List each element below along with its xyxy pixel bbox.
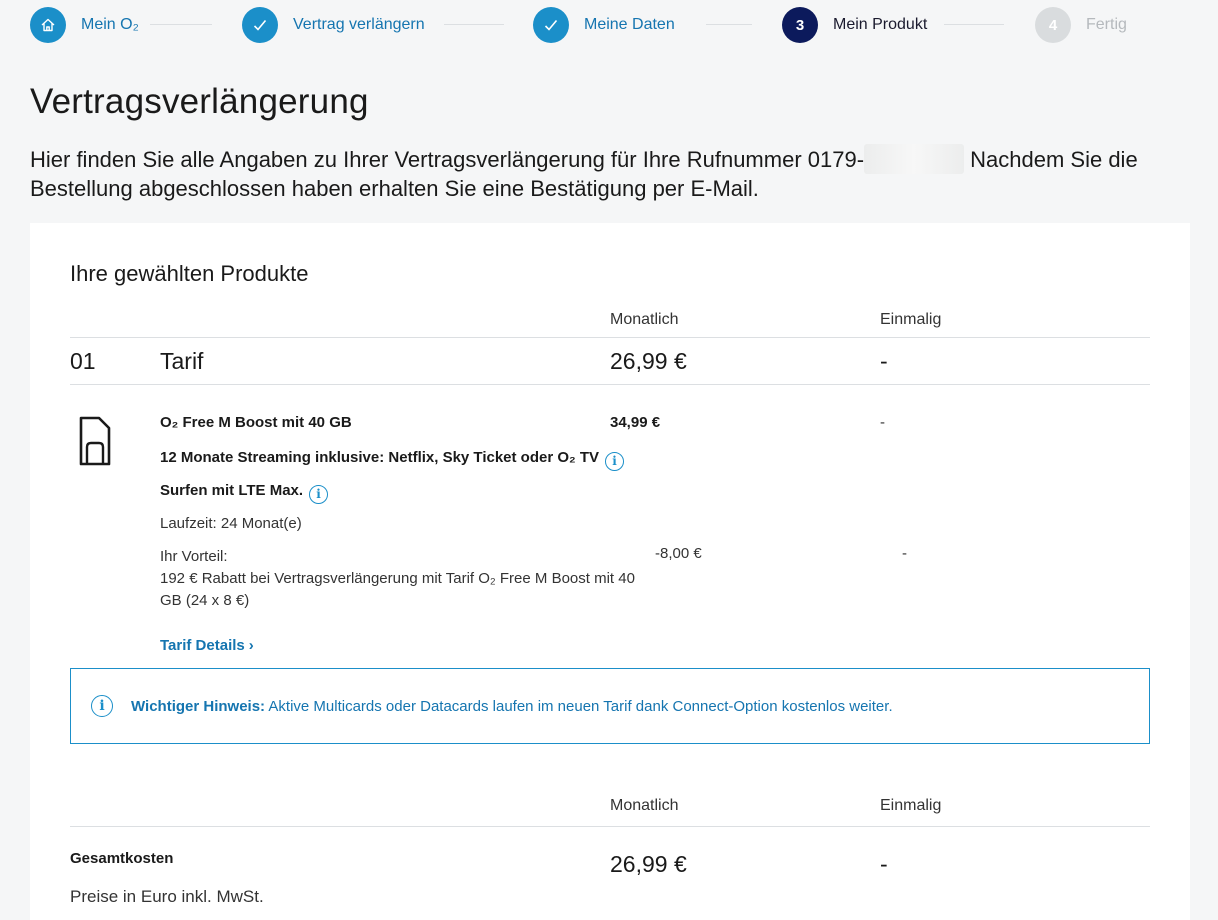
step-connector (150, 24, 212, 25)
step-connector (444, 24, 504, 25)
step-number: 4 (1035, 7, 1071, 43)
products-title: Ihre gewählten Produkte (70, 261, 309, 286)
row-price-monthly: 26,99 € (610, 348, 687, 374)
notice-label: Wichtiger Hinweis: (131, 697, 266, 715)
tariff-price-monthly: 34,99 € (610, 414, 661, 431)
divider (70, 826, 1150, 827)
notice-body: Aktive Multicards oder Datacards laufen … (265, 697, 893, 715)
feature-lte-text: Surfen mit LTE Max. (160, 482, 304, 499)
total-column-header-once: Einmalig (880, 797, 942, 814)
tariff-details-link[interactable]: Tarif Details › (160, 637, 254, 655)
check-icon (533, 7, 569, 43)
column-header-monthly: Monatlich (610, 311, 679, 328)
chevron-right-icon: › (248, 637, 254, 654)
feature-streaming-text: 12 Monate Streaming inklusive: Netflix, … (160, 449, 600, 466)
column-header-once: Einmalig (880, 311, 942, 328)
total-column-header-monthly: Monatlich (610, 797, 679, 814)
step-label: Fertig (1086, 16, 1127, 33)
redacted-phone-number (864, 144, 965, 174)
step-label: Vertrag verlängern (293, 16, 425, 33)
step-connector (706, 24, 752, 25)
divider (70, 384, 1150, 385)
advantage-price-monthly: -8,00 € (655, 545, 702, 562)
page-title: Vertragsverlängerung (30, 82, 369, 121)
advantage-price-once: - (902, 545, 907, 562)
advantage-label: Ihr Vorteil: (160, 548, 228, 565)
info-icon[interactable]: i (605, 451, 625, 471)
notice-text: Wichtiger Hinweis: Aktive Multicards ode… (131, 698, 893, 715)
step-label: Meine Daten (584, 16, 675, 33)
info-icon[interactable]: i (309, 484, 329, 504)
tariff-details-label: Tarif Details (160, 637, 245, 654)
step-fertig: 4 Fertig (1035, 7, 1127, 43)
intro-text-start: Hier finden Sie alle Angaben zu Ihrer Ve… (30, 147, 865, 172)
contract-duration: Laufzeit: 24 Monat(e) (160, 515, 302, 532)
feature-streaming: 12 Monate Streaming inklusive: Netflix, … (160, 449, 625, 471)
info-icon: i (91, 695, 113, 717)
tariff-price-once: - (880, 414, 885, 431)
step-meine-daten[interactable]: Meine Daten (533, 7, 675, 43)
divider (70, 337, 1150, 338)
step-mein-o2[interactable]: Mein O₂ (30, 7, 139, 43)
row-price-once: - (880, 348, 888, 374)
step-mein-produkt: 3 Mein Produkt (782, 7, 927, 43)
step-number: 3 (782, 7, 818, 43)
step-label: Mein O₂ (81, 16, 139, 33)
step-connector (944, 24, 1004, 25)
feature-lte: Surfen mit LTE Max. i (160, 482, 329, 504)
total-price-once: - (880, 851, 888, 877)
row-number: 01 (70, 348, 96, 374)
important-notice: i Wichtiger Hinweis: Aktive Multicards o… (70, 668, 1150, 744)
row-name: Tarif (160, 348, 204, 374)
step-label: Mein Produkt (833, 16, 928, 33)
check-icon (242, 7, 278, 43)
sim-card-icon (78, 415, 112, 472)
total-label: Gesamtkosten (70, 850, 174, 867)
advantage-text: 192 € Rabatt bei Vertragsverlängerung mi… (160, 570, 635, 609)
products-card: Ihre gewählten Produkte Monatlich Einmal… (30, 223, 1190, 920)
progress-stepper: Mein O₂ Vertrag verlängern Meine Daten 3… (0, 0, 1218, 52)
home-icon (30, 7, 66, 43)
vat-note: Preise in Euro inkl. MwSt. (70, 887, 264, 906)
step-vertrag-verlaengern[interactable]: Vertrag verlängern (242, 7, 425, 43)
total-price-monthly: 26,99 € (610, 851, 687, 877)
tariff-name: O₂ Free M Boost mit 40 GB (160, 414, 352, 431)
intro-text: Hier finden Sie alle Angaben zu Ihrer Ve… (30, 144, 1200, 203)
